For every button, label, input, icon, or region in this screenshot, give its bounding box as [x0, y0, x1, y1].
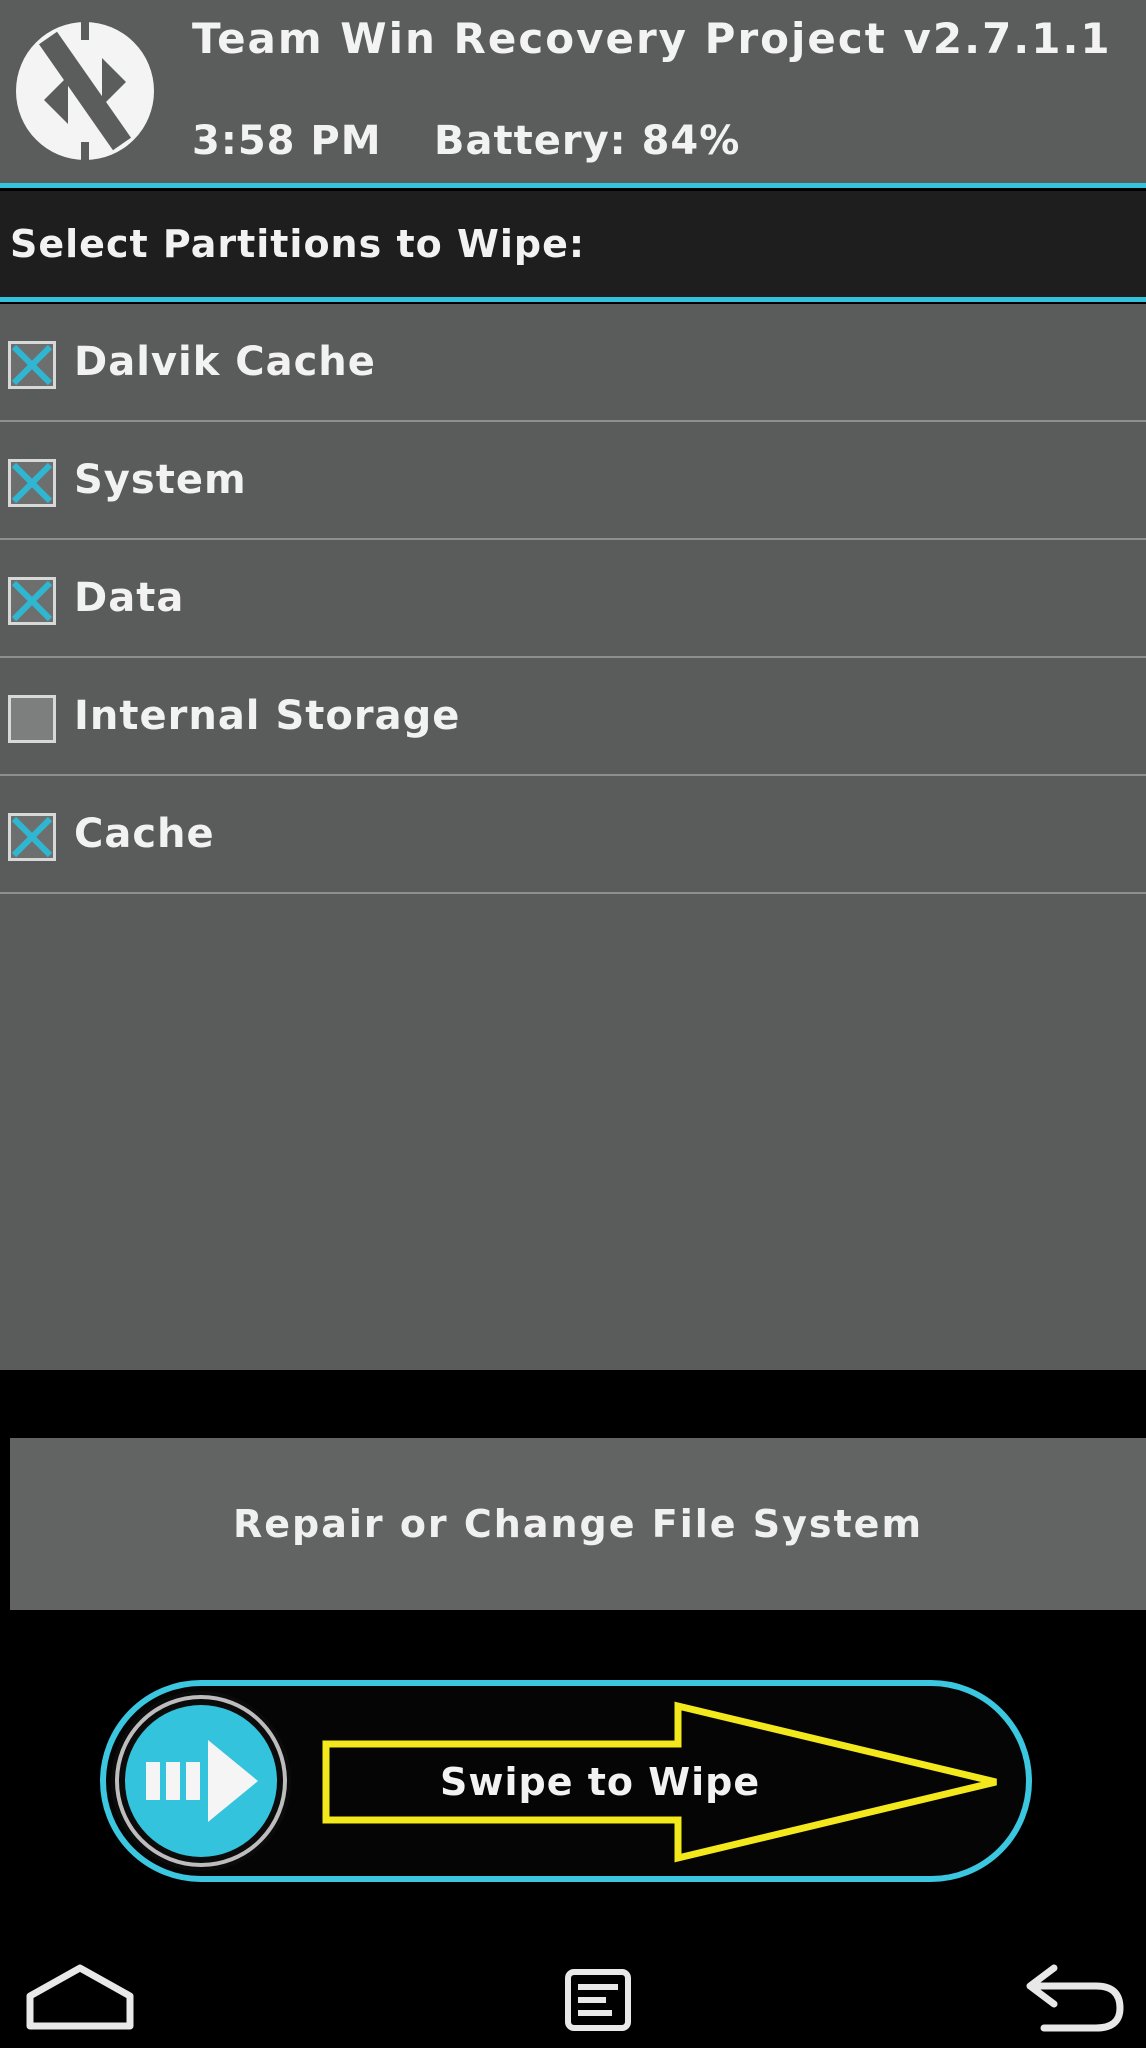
partition-row-cache[interactable]: Cache [0, 776, 1146, 894]
partition-row-internal-storage[interactable]: Internal Storage [0, 658, 1146, 776]
clock: 3:58 PM [192, 118, 382, 164]
partition-label: Data [74, 575, 185, 621]
battery-status: Battery: 84% [434, 118, 741, 164]
repair-file-system-label: Repair or Change File System [232, 1502, 924, 1546]
partition-row-system[interactable]: System [0, 422, 1146, 540]
check-x-icon [11, 462, 53, 504]
section-divider [0, 297, 1146, 302]
twrp-wipe-screen: Team Win Recovery Project v2.7.1.1 3:58 … [0, 0, 1146, 2048]
swipe-label: Swipe to Wipe [440, 1760, 761, 1804]
check-x-icon [11, 580, 53, 622]
home-icon[interactable] [24, 1962, 136, 2032]
swipe-handle-icon[interactable] [108, 1688, 294, 1874]
check-x-icon [11, 816, 53, 858]
check-x-icon [11, 344, 53, 386]
swipe-to-wipe-slider[interactable]: Swipe to Wipe [100, 1680, 1032, 1882]
partition-label: Internal Storage [74, 693, 461, 739]
header-divider [0, 183, 1146, 188]
partition-label: Dalvik Cache [74, 339, 376, 385]
partition-row-data[interactable]: Data [0, 540, 1146, 658]
app-title: Team Win Recovery Project v2.7.1.1 [192, 14, 1112, 63]
checkbox-data[interactable] [8, 577, 56, 625]
repair-file-system-button[interactable]: Repair or Change File System [10, 1438, 1146, 1610]
checkbox-internal-storage[interactable] [8, 695, 56, 743]
partition-label: System [74, 457, 247, 503]
back-icon[interactable] [1018, 1962, 1126, 2034]
section-title: Select Partitions to Wipe: [10, 222, 586, 266]
header: Team Win Recovery Project v2.7.1.1 3:58 … [0, 0, 1146, 183]
partition-row-dalvik-cache[interactable]: Dalvik Cache [0, 304, 1146, 422]
console-icon[interactable] [564, 1968, 632, 2032]
partition-label: Cache [74, 811, 215, 857]
checkbox-cache[interactable] [8, 813, 56, 861]
checkbox-dalvik-cache[interactable] [8, 341, 56, 389]
twrp-logo-icon [16, 22, 154, 160]
partition-list: Dalvik Cache System Data Internal Storag… [0, 304, 1146, 1370]
checkbox-system[interactable] [8, 459, 56, 507]
